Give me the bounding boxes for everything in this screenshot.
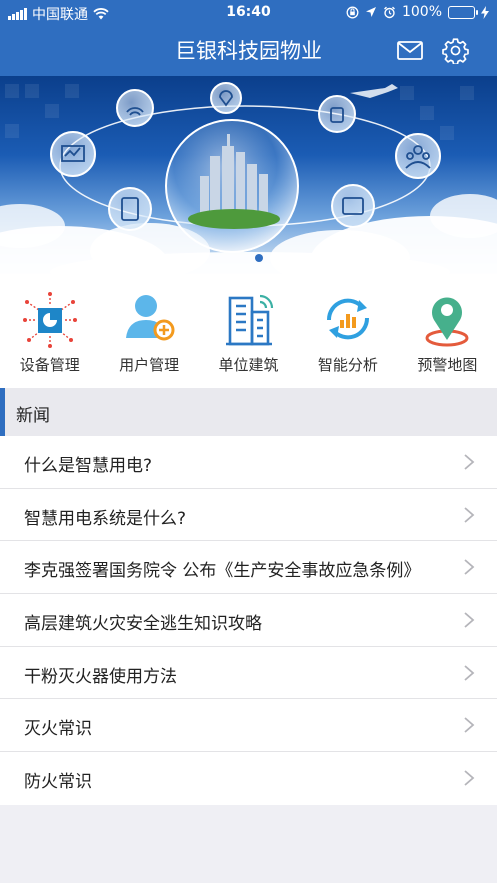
news-list-item[interactable]: 高层建筑火灾安全逃生知识攻略 [0,594,497,647]
chevron-right-icon [464,559,475,576]
news-section-header: 新闻 [0,388,497,436]
quick-item-label: 用户管理 [119,356,180,374]
banner-illustration [0,82,497,274]
chevron-right-icon [464,612,475,628]
smart-analysis-icon [318,290,378,348]
alarm-clock-icon [384,6,395,18]
chevron-right-icon [464,770,475,786]
news-list-item[interactable]: 李克强签署国务院令 公布《生产安全事故应急条例》 [0,541,497,595]
news-section-title: 新闻 [16,406,50,426]
banner-pagination-dot[interactable] [255,254,263,262]
hero-banner[interactable] [0,76,497,274]
quick-item-label: 智能分析 [317,356,378,374]
news-list-item[interactable]: 干粉灭火器使用方法 [0,647,497,700]
section-accent-bar [0,388,5,436]
news-title: 干粉灭火器使用方法 [24,666,177,687]
news-title: 李克强签署国务院令 公布《生产安全事故应急条例》 [24,561,421,582]
chevron-right-icon [464,507,475,523]
quick-item-user-management[interactable]: 用户管理 [99,274,198,388]
orientation-lock-icon [346,6,359,18]
battery-icon [448,5,478,19]
news-title: 什么是智慧用电? [24,456,153,476]
quick-item-warning-map[interactable]: 预警地图 [398,274,497,388]
quick-item-label: 预警地图 [417,356,478,374]
quick-item-label: 设备管理 [19,356,80,374]
chevron-right-icon [464,454,475,470]
chevron-right-icon [464,665,475,681]
top-bar: 中国联通 16:40 100% 巨银科技园物业 [0,0,497,76]
warning-map-pin-icon [417,290,477,348]
quick-item-smart-analysis[interactable]: 智能分析 [298,274,397,388]
news-list-item[interactable]: 防火常识 [0,752,497,805]
settings-gear-icon[interactable] [440,36,470,64]
charging-bolt-icon [481,5,489,19]
building-icon [219,290,279,348]
chevron-right-icon [464,717,475,734]
news-list-item[interactable]: 什么是智慧用电? [0,436,497,489]
news-list: 什么是智慧用电? 智慧用电系统是什么? 李克强签署国务院令 公布《生产安全事故应… [0,436,497,805]
news-title: 灭火常识 [24,719,92,740]
news-list-item[interactable]: 灭火常识 [0,699,497,753]
news-title: 防火常识 [24,772,92,793]
quick-item-device-management[interactable]: 设备管理 [0,274,99,388]
quick-item-building[interactable]: 单位建筑 [199,274,298,388]
news-title: 高层建筑火灾安全逃生知识攻略 [24,614,262,635]
quick-item-label: 单位建筑 [218,356,279,374]
news-title: 智慧用电系统是什么? [24,508,187,529]
mail-icon[interactable] [395,36,425,64]
battery-percent: 100% [401,4,442,20]
status-bar: 中国联通 16:40 100% [0,0,497,26]
user-management-icon [119,290,179,348]
location-arrow-icon [365,7,376,17]
device-management-icon [20,290,80,348]
quick-menu: 设备管理 用户管理 单位建筑 智能分析 预警地图 [0,274,497,388]
news-list-item[interactable]: 智慧用电系统是什么? [0,489,497,542]
